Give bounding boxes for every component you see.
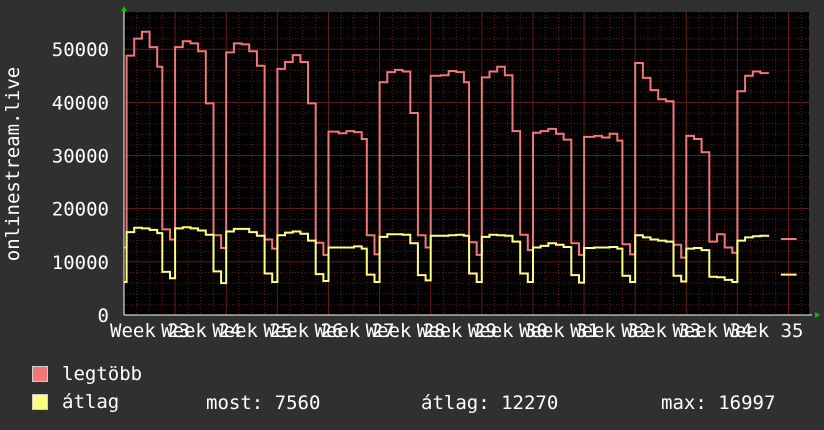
- y-axis-arrow-icon: [121, 6, 127, 11]
- y-tick-label: 10000: [52, 252, 109, 274]
- stat-max: max: 16997: [661, 392, 776, 414]
- x-tick-label: Week 35: [723, 320, 803, 342]
- legend-label-max: legtöbb: [62, 363, 143, 385]
- legend-item-avg: átlag: [32, 391, 119, 413]
- y-tick-label: 50000: [52, 39, 109, 61]
- y-tick-label: 20000: [52, 199, 109, 221]
- x-axis-arrow-icon: [815, 312, 820, 318]
- legend-item-max: legtöbb: [32, 363, 142, 385]
- y-tick-label: 30000: [52, 146, 109, 168]
- legend-swatch-max: [32, 366, 48, 382]
- y-tick-label: 0: [98, 305, 109, 327]
- y-tick-label: 40000: [52, 92, 109, 114]
- stat-average: átlag: 12270: [421, 392, 559, 414]
- y-tick-labels: 0 10000 20000 30000 40000 50000: [52, 39, 109, 327]
- legend-swatch-avg: [32, 394, 48, 410]
- legend-label-avg: átlag: [62, 391, 120, 413]
- stat-current: most: 7560: [206, 392, 321, 414]
- x-tick-labels: Week 23Week 24Week 25Week 26Week 27Week …: [110, 320, 804, 342]
- y-axis-label: onlinestream.live: [2, 67, 24, 261]
